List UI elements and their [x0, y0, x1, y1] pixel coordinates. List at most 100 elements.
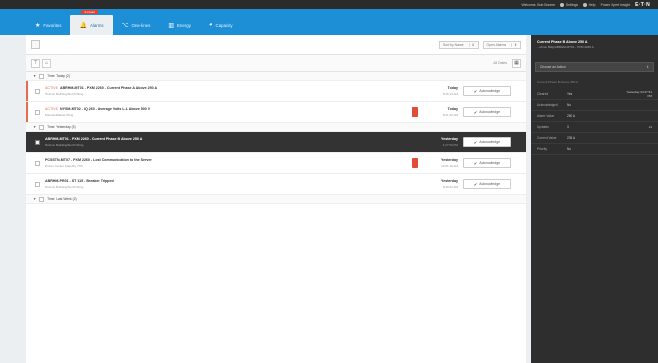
group-checkbox[interactable] [39, 196, 45, 202]
app-link[interactable]: Power Xpert Insight [601, 3, 631, 7]
field-value: No [567, 103, 572, 107]
group-label: Time: Today (2) [47, 74, 70, 78]
alarm-date: Yesterday [441, 158, 458, 163]
detail-field: Alarm Value 250 A [531, 111, 658, 122]
alarm-date: Today [447, 107, 458, 112]
alarm-date: Yesterday [441, 179, 458, 184]
alarm-date: Yesterday [441, 137, 458, 142]
tab-favorites[interactable]: ★ Favorites [26, 15, 70, 35]
row-checkbox[interactable] [35, 160, 40, 166]
alarm-list-panel: Sort by Name ⇕ Open Alarms ⇕ ⊤ ⌂ All Dates… [26, 35, 526, 363]
unread-badge: 3 unread [81, 10, 98, 14]
field-extra: Yesterday 04:27:51 PM [626, 90, 652, 98]
sort-select[interactable]: Sort by Name ⇕ [438, 40, 479, 49]
tab-one-lines[interactable]: ⌥ One-lines [113, 15, 160, 35]
row-checkbox[interactable] [35, 139, 40, 145]
detail-field: Cleared Yes Yesterday 04:27:51 PM [531, 89, 658, 100]
settings-link[interactable]: Settings [560, 2, 579, 7]
filter-value: Open Alarms [486, 42, 507, 47]
tab-alarms[interactable]: 3 unread 🔔 Alarms [70, 10, 113, 35]
alarm-time: 8:21:45 AM [442, 112, 458, 117]
list-toolbar: Sort by Name ⇕ Open Alarms ⇕ [26, 35, 526, 55]
acknowledge-button[interactable]: ✔ Acknowledge [463, 179, 511, 189]
bell-icon: 🔔 [79, 22, 87, 29]
diagram-icon: ⌥ [121, 22, 129, 29]
field-key: Acknowledged [537, 103, 558, 107]
group-today[interactable]: ▼ Time: Today (2) [26, 72, 526, 81]
alarm-date: Today [447, 86, 458, 91]
action-select[interactable]: Choose an Action ⇕ [535, 62, 654, 72]
caret-down-icon: ▼ [33, 74, 37, 78]
alarm-row[interactable]: ACTIVE NYSM-MT02 - IQ 260 - Average Volts… [26, 102, 526, 123]
tab-capacity[interactable]: ◕ Capacity [200, 15, 242, 35]
help-icon [583, 2, 588, 7]
acknowledge-button[interactable]: ✔ Acknowledge [463, 86, 511, 96]
group-yesterday[interactable]: ▼ Time: Yesterday (3) [26, 123, 526, 132]
field-value: No [567, 147, 572, 151]
tab-energy[interactable]: ▥ Energy [159, 15, 200, 35]
row-checkbox[interactable] [35, 109, 40, 115]
check-icon: ✔ [473, 181, 478, 187]
chevron-updown-icon: ⇕ [468, 42, 475, 47]
sort-value: Sort by Name [442, 42, 464, 47]
star-icon: ★ [35, 22, 41, 29]
acknowledge-label: Acknowledge [479, 140, 501, 144]
group-checkbox[interactable] [39, 124, 45, 130]
acknowledge-button[interactable]: ✔ Acknowledge [463, 107, 511, 117]
detail-subtitle: ...ebron Bldg/ABRHM-MT01 - PXM 2260 A [537, 45, 594, 49]
alarm-location: Power Center Standby 77th [45, 163, 84, 168]
tab-label: Capacity [215, 22, 233, 28]
tab-label: Energy [177, 22, 191, 28]
filter-select[interactable]: Open Alarms ⇕ [482, 40, 521, 49]
acknowledge-label: Acknowledge [479, 110, 501, 114]
filter-button[interactable]: ⊤ [31, 58, 40, 68]
chevron-updown-icon: ⇕ [511, 42, 517, 47]
help-link[interactable]: Help [583, 2, 596, 7]
alarm-title-text: ABRHM-MT01 - PXM 2260 - Current Phase A … [59, 86, 158, 91]
funnel-icon: ⊤ [33, 60, 38, 66]
alarm-location: Hebron Building/North Wing [45, 142, 84, 147]
group-checkbox[interactable] [39, 73, 45, 79]
pie-chart-icon: ◕ [208, 22, 213, 28]
field-key: Current Value [537, 136, 557, 140]
row-checkbox[interactable] [35, 88, 40, 94]
alarm-title: ABRHM-PR01 - ST 115 - Breaker Tripped [45, 179, 114, 184]
field-key: Updates [537, 125, 549, 129]
alarm-title: ACTIVE NYSM-MT02 - IQ 260 - Average Volts… [45, 107, 325, 111]
settings-label: Settings [565, 2, 579, 7]
detail-field: Current Value 235 A [531, 133, 658, 144]
top-utility-bar: Welcome, Bob Bonner Settings Help Power … [0, 0, 658, 9]
alarm-location: Hebron Building/North Wing [45, 91, 84, 96]
field-value: 235 A [567, 136, 576, 140]
acknowledge-button[interactable]: ✔ Acknowledge [463, 158, 511, 168]
alarm-time: 8:25:14 AM [442, 91, 458, 96]
check-icon: ✔ [473, 160, 478, 166]
alarm-row[interactable]: ACTIVE ABRHM-MT01 - PXM 2260 - Current Ph… [26, 81, 526, 102]
filter-toolbar: ⊤ ⌂ All Dates ▦ [26, 55, 526, 72]
check-icon: ✔ [473, 139, 478, 145]
priority-indicator-icon [412, 158, 418, 168]
alarm-location: Hebron Building/North Wing [45, 184, 84, 189]
priority-indicator-icon [412, 107, 418, 117]
field-extra: 14 [648, 125, 652, 129]
select-all-checkbox[interactable] [31, 40, 40, 49]
alarm-row[interactable]: ABRHM-PR01 - ST 115 - Breaker Tripped Heb… [26, 174, 526, 195]
detail-field: Acknowledged No [531, 100, 658, 111]
acknowledge-label: Acknowledge [479, 89, 501, 93]
acknowledge-button[interactable]: ✔ Acknowledge [463, 137, 511, 147]
group-label: Time: Last Week (2) [47, 197, 77, 201]
group-last-week[interactable]: ▼ Time: Last Week (2) [26, 195, 526, 204]
tab-label: Alarms [89, 22, 104, 28]
detail-field: Updates 3 14 [531, 122, 658, 133]
calendar-button[interactable]: ▦ [512, 58, 521, 68]
home-button[interactable]: ⌂ [42, 58, 51, 68]
alarm-title: ABRHM-MT01 - PXM 2260 - Current Phase B … [45, 137, 143, 142]
field-value: 250 A [567, 114, 576, 118]
alarm-title: ACTIVE ABRHM-MT01 - PXM 2260 - Current Ph… [45, 86, 325, 90]
alarm-row[interactable]: PCSSTN-MT07 - PXM 2260 - Lost Communicat… [26, 153, 526, 174]
alarm-time: 4:27:50 PM [442, 142, 458, 147]
row-checkbox[interactable] [35, 181, 40, 187]
caret-down-icon: ▼ [33, 125, 37, 129]
check-icon: ✔ [473, 109, 478, 115]
alarm-row-selected[interactable]: ABRHM-MT01 - PXM 2260 - Current Phase B … [26, 132, 526, 153]
